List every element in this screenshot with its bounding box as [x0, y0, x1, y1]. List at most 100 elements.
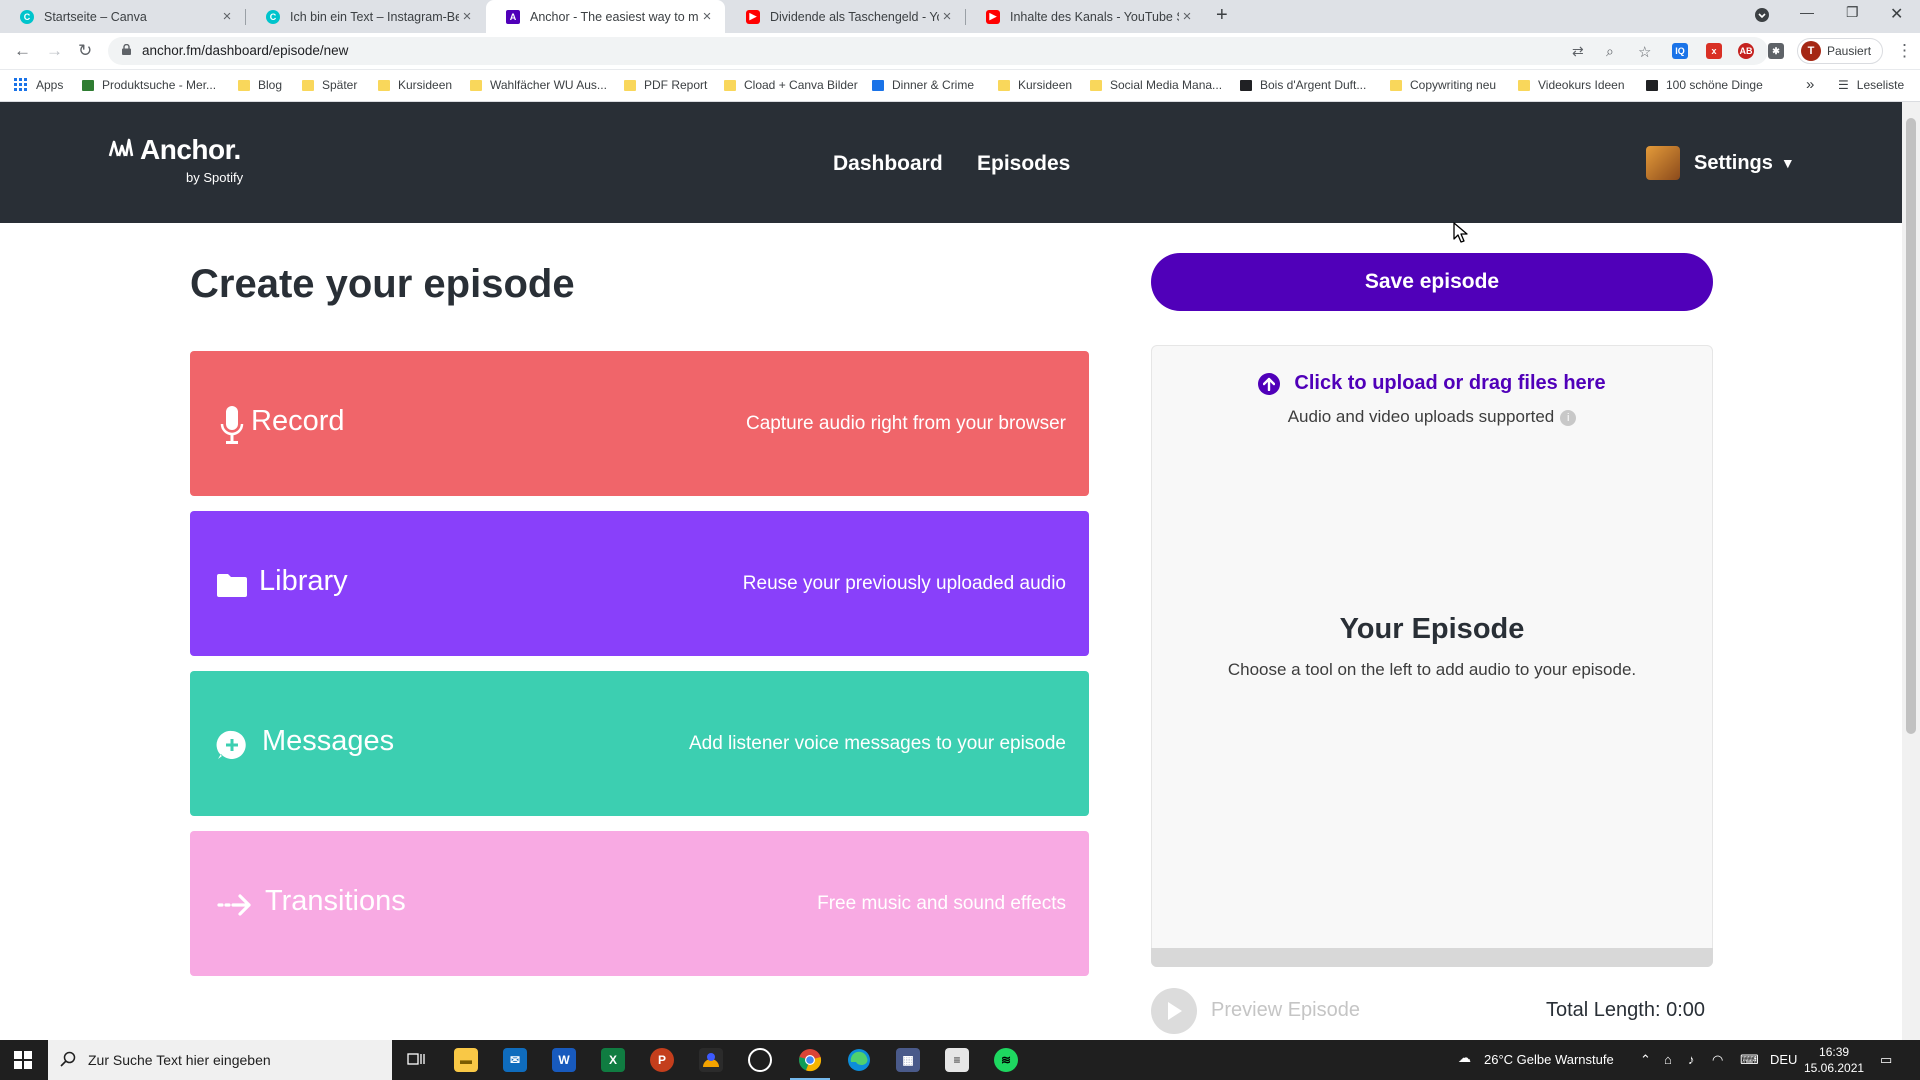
file-explorer-icon[interactable]: ▬ — [454, 1048, 478, 1072]
new-tab-button[interactable]: + — [1216, 4, 1228, 27]
iq-extension-icon[interactable]: IQ — [1672, 43, 1688, 59]
tool-transitions[interactable]: Transitions Free music and sound effects — [190, 831, 1089, 976]
spotify-icon[interactable]: ≋ — [994, 1048, 1018, 1072]
play-button[interactable] — [1151, 988, 1197, 1034]
bookmark-star-icon[interactable]: ☆ — [1638, 43, 1651, 61]
site-icon — [1240, 79, 1252, 91]
restore-icon[interactable]: ❐ — [1846, 4, 1859, 21]
extension-icon[interactable]: x — [1706, 43, 1722, 59]
reading-list-icon: ☰ — [1838, 78, 1849, 92]
bookmark-blog[interactable]: Blog — [238, 78, 282, 92]
tool-messages[interactable]: Messages Add listener voice messages to … — [190, 671, 1089, 816]
tab-search-icon[interactable] — [1754, 7, 1770, 26]
bookmark-produktsuche[interactable]: Produktsuche - Mer... — [82, 78, 216, 92]
tool-library[interactable]: Library Reuse your previously uploaded a… — [190, 511, 1089, 656]
bookmark-100-dinge[interactable]: 100 schöne Dinge — [1646, 78, 1763, 92]
nav-dashboard[interactable]: Dashboard — [833, 152, 943, 176]
wifi-icon[interactable]: ◠ — [1712, 1052, 1723, 1068]
profile-status: Pausiert — [1827, 44, 1872, 58]
bookmark-label: Kursideen — [398, 78, 453, 92]
browser-toolbar: ← → ↻ anchor.fm/dashboard/episode/new ⇄ … — [0, 33, 1920, 70]
play-icon — [1168, 1002, 1182, 1020]
adblock-icon[interactable]: AB — [1738, 43, 1754, 59]
page-scrollbar-thumb[interactable] — [1906, 118, 1916, 734]
preview-episode-label[interactable]: Preview Episode — [1211, 999, 1360, 1022]
bookmarks-overflow-icon[interactable]: » — [1806, 76, 1814, 93]
bookmark-bois-dargent[interactable]: Bois d'Argent Duft... — [1240, 78, 1366, 92]
chrome-icon[interactable] — [790, 1048, 830, 1080]
bookmark-apps[interactable]: Apps — [14, 78, 63, 92]
nav-episodes[interactable]: Episodes — [977, 152, 1070, 176]
episode-dropzone[interactable]: Click to upload or drag files here Audio… — [1151, 345, 1713, 967]
tool-record[interactable]: Record Capture audio right from your bro… — [190, 351, 1089, 496]
window-close-icon[interactable]: ✕ — [1890, 4, 1903, 24]
close-icon[interactable]: × — [1179, 8, 1195, 25]
app-icon[interactable] — [699, 1048, 723, 1072]
word-icon[interactable]: W — [552, 1048, 576, 1072]
bookmarks-bar: Apps Produktsuche - Mer... Blog Später K… — [0, 70, 1920, 102]
bookmark-label: Blog — [258, 78, 283, 92]
translate-icon[interactable]: ⇄ — [1572, 43, 1584, 60]
clock[interactable]: 16:39 15.06.2021 — [1804, 1044, 1864, 1076]
address-bar[interactable]: anchor.fm/dashboard/episode/new ⇄ ⌕ ☆ — [108, 37, 1768, 65]
bookmark-cload-canva[interactable]: Cload + Canva Bilder — [724, 78, 858, 92]
anchor-logo[interactable]: Anchor. by Spotify — [108, 134, 243, 185]
mail-icon[interactable]: ✉ — [503, 1048, 527, 1072]
taskbar-search-input[interactable]: Zur Suche Text hier eingeben — [48, 1040, 392, 1080]
apps-grid-icon — [14, 78, 27, 91]
upload-link[interactable]: Click to upload or drag files here — [1152, 372, 1712, 395]
volume-icon[interactable]: ♪ — [1688, 1052, 1695, 1067]
tab-anchor[interactable]: A Anchor - The easiest way to mak × — [486, 0, 725, 33]
minimize-icon[interactable]: — — [1800, 4, 1814, 20]
search-placeholder: Zur Suche Text hier eingeben — [88, 1052, 271, 1068]
chevron-up-icon[interactable]: ⌃ — [1640, 1052, 1651, 1068]
bookmark-kursideen-2[interactable]: Kursideen — [998, 78, 1072, 92]
bookmark-social-media[interactable]: Social Media Mana... — [1090, 78, 1222, 92]
message-plus-icon — [216, 727, 248, 763]
reload-icon[interactable]: ↻ — [78, 41, 92, 61]
keyboard-icon[interactable]: ⌨ — [1740, 1052, 1759, 1068]
zoom-icon[interactable]: ⌕ — [1606, 43, 1614, 60]
save-episode-button[interactable]: Save episode — [1151, 253, 1713, 311]
language-indicator[interactable]: DEU — [1770, 1052, 1797, 1067]
tab-canva-home[interactable]: C Startseite – Canva × — [0, 0, 245, 33]
close-icon[interactable]: × — [699, 8, 715, 25]
tab-youtube-studio[interactable]: ▶ Inhalte des Kanals - YouTube Stu × — [966, 0, 1205, 33]
edge-icon[interactable] — [847, 1048, 871, 1072]
youtube-icon: ▶ — [746, 9, 760, 24]
app-icon[interactable]: ▦ — [896, 1048, 920, 1072]
menu-kebab-icon[interactable]: ⋮ — [1896, 41, 1913, 61]
logo-subtitle: by Spotify — [186, 170, 244, 185]
notepad-icon[interactable]: ≡ — [945, 1048, 969, 1072]
forward-icon[interactable]: → — [46, 41, 63, 61]
notifications-icon[interactable]: ▭ — [1880, 1052, 1892, 1068]
extensions-puzzle-icon[interactable]: ✱ — [1768, 43, 1784, 59]
bookmark-kursideen[interactable]: Kursideen — [378, 78, 452, 92]
close-icon[interactable]: × — [459, 8, 475, 25]
reading-list[interactable]: ☰ Leseliste — [1838, 78, 1904, 92]
powerpoint-icon[interactable]: P — [650, 1048, 674, 1072]
tab-canva-instagram[interactable]: C Ich bin ein Text – Instagram-Beitr × — [246, 0, 485, 33]
bookmark-pdf-report[interactable]: PDF Report — [624, 78, 707, 92]
settings-menu[interactable]: Settings ▼ — [1646, 146, 1795, 180]
bookmark-dinner-crime[interactable]: Dinner & Crime — [872, 78, 974, 92]
task-view-icon[interactable] — [404, 1048, 428, 1072]
reading-list-label: Leseliste — [1856, 78, 1905, 92]
bookmark-spaeter[interactable]: Später — [302, 78, 357, 92]
obs-icon[interactable] — [748, 1048, 772, 1072]
excel-icon[interactable]: X — [601, 1048, 625, 1072]
close-icon[interactable]: × — [219, 8, 235, 25]
bookmark-wahlfaecher[interactable]: Wahlfächer WU Aus... — [470, 78, 607, 92]
info-icon[interactable]: i — [1560, 409, 1577, 426]
bookmark-copywriting[interactable]: Copywriting neu — [1390, 78, 1496, 92]
bookmark-videokurs[interactable]: Videokurs Ideen — [1518, 78, 1625, 92]
upload-hint: Audio and video uploads supported i — [1152, 407, 1712, 427]
profile-button[interactable]: T Pausiert — [1797, 38, 1883, 64]
windows-start-icon[interactable] — [14, 1051, 32, 1069]
weather-text[interactable]: 26°C Gelbe Warnstufe — [1484, 1052, 1614, 1067]
tab-youtube-dividende[interactable]: ▶ Dividende als Taschengeld - You × — [726, 0, 965, 33]
tool-description: Capture audio right from your browser — [746, 413, 1066, 434]
network-icon[interactable]: ⌂ — [1664, 1052, 1672, 1067]
back-icon[interactable]: ← — [14, 41, 31, 61]
close-icon[interactable]: × — [939, 8, 955, 25]
